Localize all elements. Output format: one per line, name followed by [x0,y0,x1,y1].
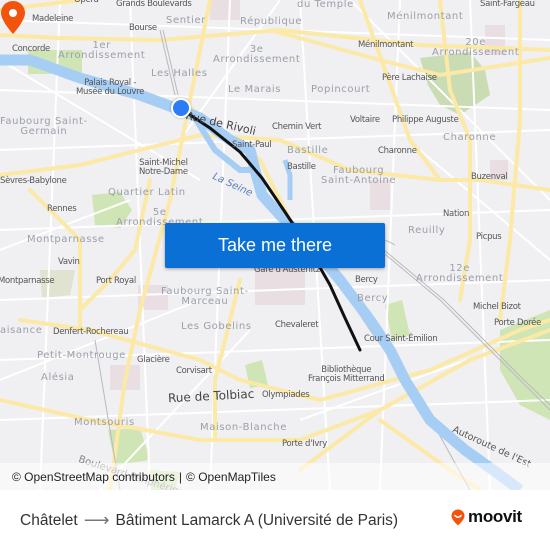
poi-label-glaciere: Glacière [137,355,170,365]
district-label-12e: 12e Arrondissement [416,263,504,284]
district-label-faubourg-saint-marceau: Faubourg Saint- Marceau [161,286,249,307]
district-label-1er: 1er Arrondissement [58,40,146,61]
poi-label-olympiades: Olympiades [262,390,310,400]
district-label-faubourg-saint-antoine: Faubourg Saint-Antoine [321,165,397,186]
poi-label-sevres-babylone: Sèvres-Babylone [0,176,67,186]
poi-label-porte-doree: Porte Dorée [494,318,541,328]
district-label-menilmontant: Ménilmontant [387,11,464,22]
moovit-wordmark: moovit [468,507,522,526]
poi-label-montparnasse: Montparnasse [0,276,55,286]
poi-label-port-royal: Port Royal [96,276,136,286]
poi-label-philippe-auguste: Philippe Auguste [392,115,459,125]
poi-label-porte-divry: Porte d'Ivry [282,439,327,449]
poi-label-bastille: Bastille [287,162,316,172]
district-label-bastille: Bastille [287,145,329,156]
district-label-maison-blanche: Maison-Blanche [200,422,287,433]
poi-label-madeleine: Madeleine [32,14,74,24]
footer: Châtelet ⟶ Bâtiment Lamarck A (Universit… [0,490,550,550]
origin-marker[interactable] [171,98,191,118]
poi-label-saint-paul: Saint-Paul [232,140,272,150]
poi-label-bercy: Bercy [355,275,378,285]
district-label-bercy: Bercy [357,293,389,304]
poi-label-vavin: Vavin [58,257,80,267]
district-label-popincourt: Popincourt [311,84,371,95]
poi-label-concorde: Concorde [12,44,50,54]
district-label-petit-montrouge: Petit-Montrouge [37,350,126,361]
district-label-le-marais: Le Marais [228,84,282,95]
building-area [210,0,240,20]
district-label-sentier: Sentier [166,15,207,26]
origin-name: Châtelet [20,511,78,529]
district-label-montsouris: Montsouris [74,417,135,428]
district-label-quartier-latin: Quartier Latin [108,187,186,198]
map[interactable]: Sentier République du Temple Ménilmontan… [0,0,550,490]
poi-label-opera: Opéra [74,0,99,5]
poi-label-picpus: Picpus [476,232,502,242]
poi-label-saint-michel: Saint-Michel Notre-Dame [139,158,188,177]
destination-name: Bâtiment Lamarck A (Université de Paris) [115,511,399,529]
map-pin-icon [1,1,25,34]
poi-label-bourse: Bourse [129,23,157,33]
poi-label-chevaleret: Chevaleret [275,320,319,330]
poi-label-cour-saint-emilion: Cour Saint-Émilion [364,334,438,344]
poi-label-rennes: Rennes [47,204,77,214]
district-label-faubourg-saint-germain: Faubourg Saint- Germain [0,116,88,137]
district-label-montparnasse: Montparnasse [27,234,105,245]
poi-label-pere-lachaise: Père Lachaise [382,73,437,83]
attribution-separator: | [178,469,183,484]
district-label-charonne: Charonne [443,132,497,143]
poi-label-buzenval: Buzenval [471,172,508,182]
poi-label-denfert-rochereau: Denfert-Rochereau [53,327,129,337]
district-label-alesia: Alésia [41,372,75,383]
openmaptiles-attribution-link[interactable]: © OpenMapTiles [186,470,276,484]
osm-attribution-link[interactable]: © OpenStreetMap contributors [12,470,175,484]
poi-label-saint-fargeau: Saint-Fargeau [480,0,535,9]
poi-label-nation: Nation [443,209,470,219]
district-label-du-temple: du Temple [297,0,354,10]
poi-label-michel-bizot: Michel Bizot [473,302,521,312]
map-attribution: © OpenStreetMap contributors | © OpenMap… [0,463,550,490]
poi-label-grands-boulevards: Grands Boulevards [116,0,192,9]
district-label-plaisance: Plaisance [0,325,43,336]
poi-label-menilmontant: Ménilmontant [358,40,414,50]
district-label-reuilly: Reuilly [408,225,446,236]
moovit-logo[interactable]: moovit [451,507,522,527]
poi-label-chemin-vert: Chemin Vert [272,122,322,132]
map-pin-dot [9,9,17,17]
poi-label-bibliotheque: Bibliothèque François Mitterrand [308,365,385,384]
destination-marker[interactable] [0,0,26,36]
moovit-pin-icon [451,509,465,525]
district-label-republique: République [240,16,303,27]
poi-label-corvisart: Corvisart [176,366,212,376]
poi-label-palais-royal: Palais Royal - Musée du Louvre [76,78,145,97]
poi-label-charonne: Charonne [378,146,417,156]
arrow-right-icon: ⟶ [83,510,110,530]
district-label-3e: 3e Arrondissement [213,44,301,65]
route-title: Châtelet ⟶ Bâtiment Lamarck A (Universit… [20,510,398,531]
district-label-20e: 20e Arrondissement [432,37,520,58]
district-label-les-halles: Les Halles [151,68,208,79]
take-me-there-button[interactable]: Take me there [165,223,385,268]
poi-label-voltaire: Voltaire [350,115,380,125]
district-label-les-gobelins: Les Gobelins [181,321,252,332]
